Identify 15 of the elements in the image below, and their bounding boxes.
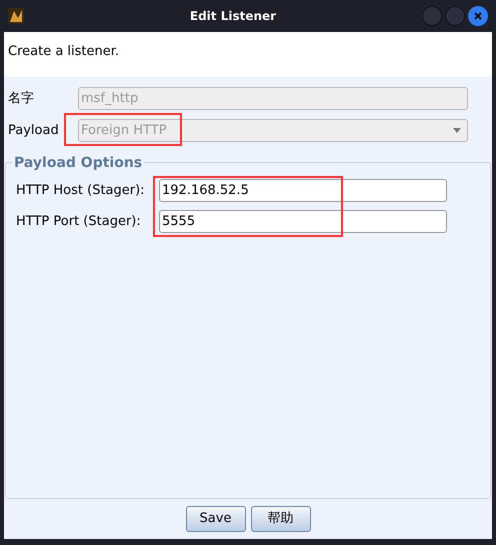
field-label: HTTP Host (Stager): xyxy=(16,182,146,200)
app-icon xyxy=(8,8,24,24)
text-field[interactable]: 192.168.52.5 xyxy=(159,179,447,202)
description-text: Create a listener. xyxy=(8,44,120,59)
close-button[interactable] xyxy=(468,6,488,26)
dialog-button[interactable]: Save xyxy=(186,506,246,532)
close-icon xyxy=(473,11,483,21)
window-title: Edit Listener xyxy=(190,8,276,25)
field-label: Payload xyxy=(8,122,60,140)
minimize-button[interactable] xyxy=(422,6,442,26)
dialog-button[interactable]: 帮助 xyxy=(250,506,310,532)
field-label: HTTP Port (Stager): xyxy=(16,212,142,231)
field-label: 名字 xyxy=(8,90,35,108)
dropdown-caret-icon xyxy=(453,128,461,133)
text-field[interactable]: 5555 xyxy=(159,210,447,233)
